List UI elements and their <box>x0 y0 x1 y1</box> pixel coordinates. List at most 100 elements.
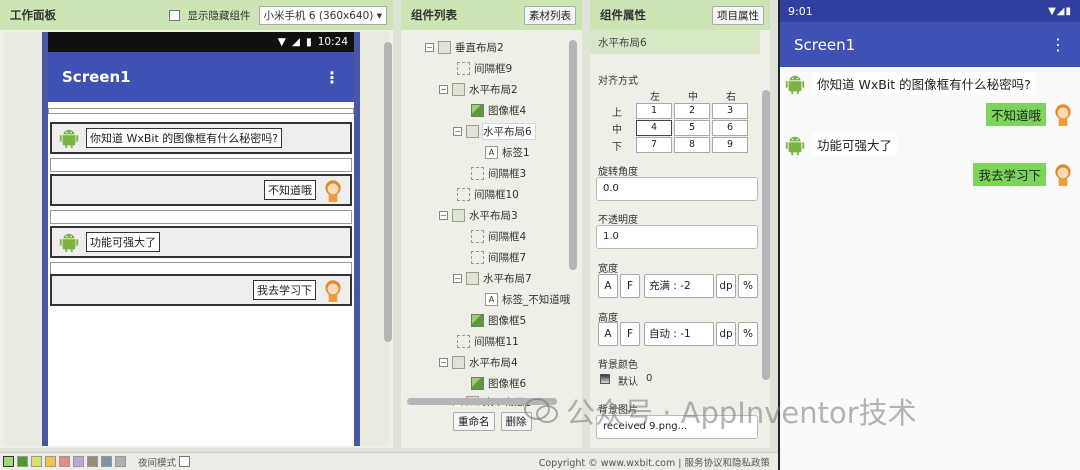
message-text: 你知道 WxBit 的图像框有什么秘密吗? <box>812 72 1036 95</box>
tree-node[interactable]: 间隔框4 <box>471 229 526 244</box>
height-auto-button[interactable]: A <box>598 322 618 346</box>
align-cell[interactable]: 8 <box>674 137 710 153</box>
tree-node[interactable]: − 水平布局2 <box>439 82 518 97</box>
align-cell[interactable]: 9 <box>712 137 748 153</box>
theme-swatch[interactable] <box>73 456 84 467</box>
tree-node[interactable]: A 标签_不知道哦 <box>485 292 570 307</box>
tree-node[interactable]: − 水平布局4 <box>439 355 518 370</box>
col-header: 中 <box>688 92 698 103</box>
tree-node[interactable]: 间隔框11 <box>457 334 519 349</box>
rename-button[interactable]: 重命名 <box>453 412 495 431</box>
overflow-menu-icon[interactable]: ⋮ <box>1050 35 1066 54</box>
width-dp-button[interactable]: dp <box>716 274 736 298</box>
col-header: 左 <box>650 92 660 103</box>
width-input[interactable]: 充满 : -2 <box>644 274 714 298</box>
show-hidden-checkbox[interactable] <box>168 9 180 21</box>
overflow-menu-icon[interactable]: ⋮ <box>324 68 340 87</box>
project-properties-button[interactable]: 项目属性 <box>712 5 764 25</box>
components-title: 组件列表 <box>411 8 457 22</box>
theme-swatch[interactable] <box>87 456 98 467</box>
wifi-icon: ▼ <box>277 36 286 48</box>
night-mode-label: 夜间模式 <box>138 457 177 469</box>
tree-node[interactable]: − 水平布局7 <box>453 271 532 286</box>
collapse-icon[interactable]: − <box>439 358 448 367</box>
horizontal-layout-icon <box>452 356 465 369</box>
bg-color-label: 背景颜色 <box>598 360 638 371</box>
tree-node[interactable]: 间隔框3 <box>471 166 526 181</box>
align-cell[interactable]: 2 <box>674 103 710 119</box>
night-mode-checkbox[interactable] <box>179 456 191 467</box>
theme-swatch[interactable] <box>31 456 42 467</box>
align-cell[interactable]: 7 <box>636 137 672 153</box>
row-header: 中 <box>612 125 622 136</box>
tree-node[interactable]: A 标签1 <box>485 145 530 160</box>
tree-node[interactable]: − 水平布局3 <box>439 208 518 223</box>
theme-swatch[interactable] <box>59 456 70 467</box>
girl-avatar-icon <box>1055 164 1071 186</box>
align-label: 对齐方式 <box>598 76 638 87</box>
height-fill-button[interactable]: F <box>620 322 640 346</box>
tree-node[interactable]: 图像框6 <box>471 376 526 391</box>
width-percent-button[interactable]: % <box>738 274 758 298</box>
message-label[interactable]: 你知道 WxBit 的图像框有什么秘密吗? <box>86 128 283 148</box>
phone-status-bar: 9:01 ▼◢▮ <box>780 0 1080 22</box>
spacer-icon <box>457 335 470 348</box>
horizontal-layout-icon <box>452 209 465 222</box>
align-cell[interactable]: 3 <box>712 103 748 119</box>
align-cell-selected[interactable]: 4 <box>636 120 672 136</box>
chat-message: 功能可强大了 <box>780 133 898 156</box>
collapse-icon[interactable]: − <box>453 274 462 283</box>
tree-node[interactable]: 间隔框7 <box>471 250 526 265</box>
opacity-input[interactable]: 1.0 <box>596 225 758 249</box>
spacer-icon <box>471 230 484 243</box>
tree-node[interactable]: 间隔框10 <box>457 187 519 202</box>
tree-node[interactable]: − 垂直布局2 <box>425 40 504 55</box>
horizontal-layout-icon <box>466 125 479 138</box>
color-swatch-icon[interactable] <box>600 374 610 384</box>
tree-scrollbar[interactable] <box>569 40 577 270</box>
spacer-icon <box>471 167 484 180</box>
height-dp-button[interactable]: dp <box>716 322 736 346</box>
align-cell[interactable]: 1 <box>636 103 672 119</box>
width-auto-button[interactable]: A <box>598 274 618 298</box>
tree-node[interactable]: 图像框4 <box>471 103 526 118</box>
theme-swatch[interactable] <box>45 456 56 467</box>
tree-node[interactable]: − 水平布局6 <box>453 123 536 140</box>
align-cell[interactable]: 6 <box>712 120 748 136</box>
width-fill-button[interactable]: F <box>620 274 640 298</box>
chat-row[interactable]: 你知道 WxBit 的图像框有什么秘密吗? <box>50 122 352 154</box>
height-percent-button[interactable]: % <box>738 322 758 346</box>
properties-scrollbar[interactable] <box>762 90 770 380</box>
assets-button[interactable]: 素材列表 <box>524 5 576 25</box>
message-label[interactable]: 不知道哦 <box>264 180 316 200</box>
align-cell[interactable]: 5 <box>674 120 710 136</box>
chat-message: 我去学习下 <box>973 161 1080 187</box>
bg-color-value[interactable]: 默认 <box>618 373 638 388</box>
theme-swatch[interactable] <box>3 456 14 467</box>
copyright-text[interactable]: Copyright © www.wxbit.com | 服务协议和隐私政策 <box>539 455 770 469</box>
collapse-icon[interactable]: − <box>439 211 448 220</box>
chat-row[interactable]: 不知道哦 <box>50 174 352 206</box>
device-select[interactable]: 小米手机 6 (360x640) ▾ <box>258 5 387 25</box>
image-icon <box>471 314 484 327</box>
collapse-icon[interactable]: − <box>439 85 448 94</box>
horizontal-layout-icon <box>452 83 465 96</box>
height-input[interactable]: 自动 : -1 <box>644 322 714 346</box>
tree-node[interactable]: 图像框5 <box>471 313 526 328</box>
theme-swatch[interactable] <box>101 456 112 467</box>
message-label[interactable]: 我去学习下 <box>253 280 316 300</box>
theme-swatch[interactable] <box>115 456 126 467</box>
tree-node[interactable]: 间隔框9 <box>457 61 512 76</box>
watermark: 公众号 · AppInventor技术 <box>524 390 917 432</box>
opacity-label: 不透明度 <box>598 215 638 226</box>
rotation-input[interactable]: 0.0 <box>596 177 758 201</box>
android-avatar-icon <box>59 129 79 149</box>
theme-swatch[interactable] <box>17 456 28 467</box>
collapse-icon[interactable]: − <box>425 43 434 52</box>
chat-row[interactable]: 我去学习下 <box>50 274 352 306</box>
viewer-scrollbar[interactable] <box>384 42 392 342</box>
chat-row[interactable]: 功能可强大了 <box>50 226 352 258</box>
message-label[interactable]: 功能可强大了 <box>86 232 160 252</box>
collapse-icon[interactable]: − <box>453 127 462 136</box>
properties-panel: 组件属性 项目属性 水平布局6 对齐方式 左 中 右 上 中 下 1 2 3 4… <box>590 0 770 448</box>
